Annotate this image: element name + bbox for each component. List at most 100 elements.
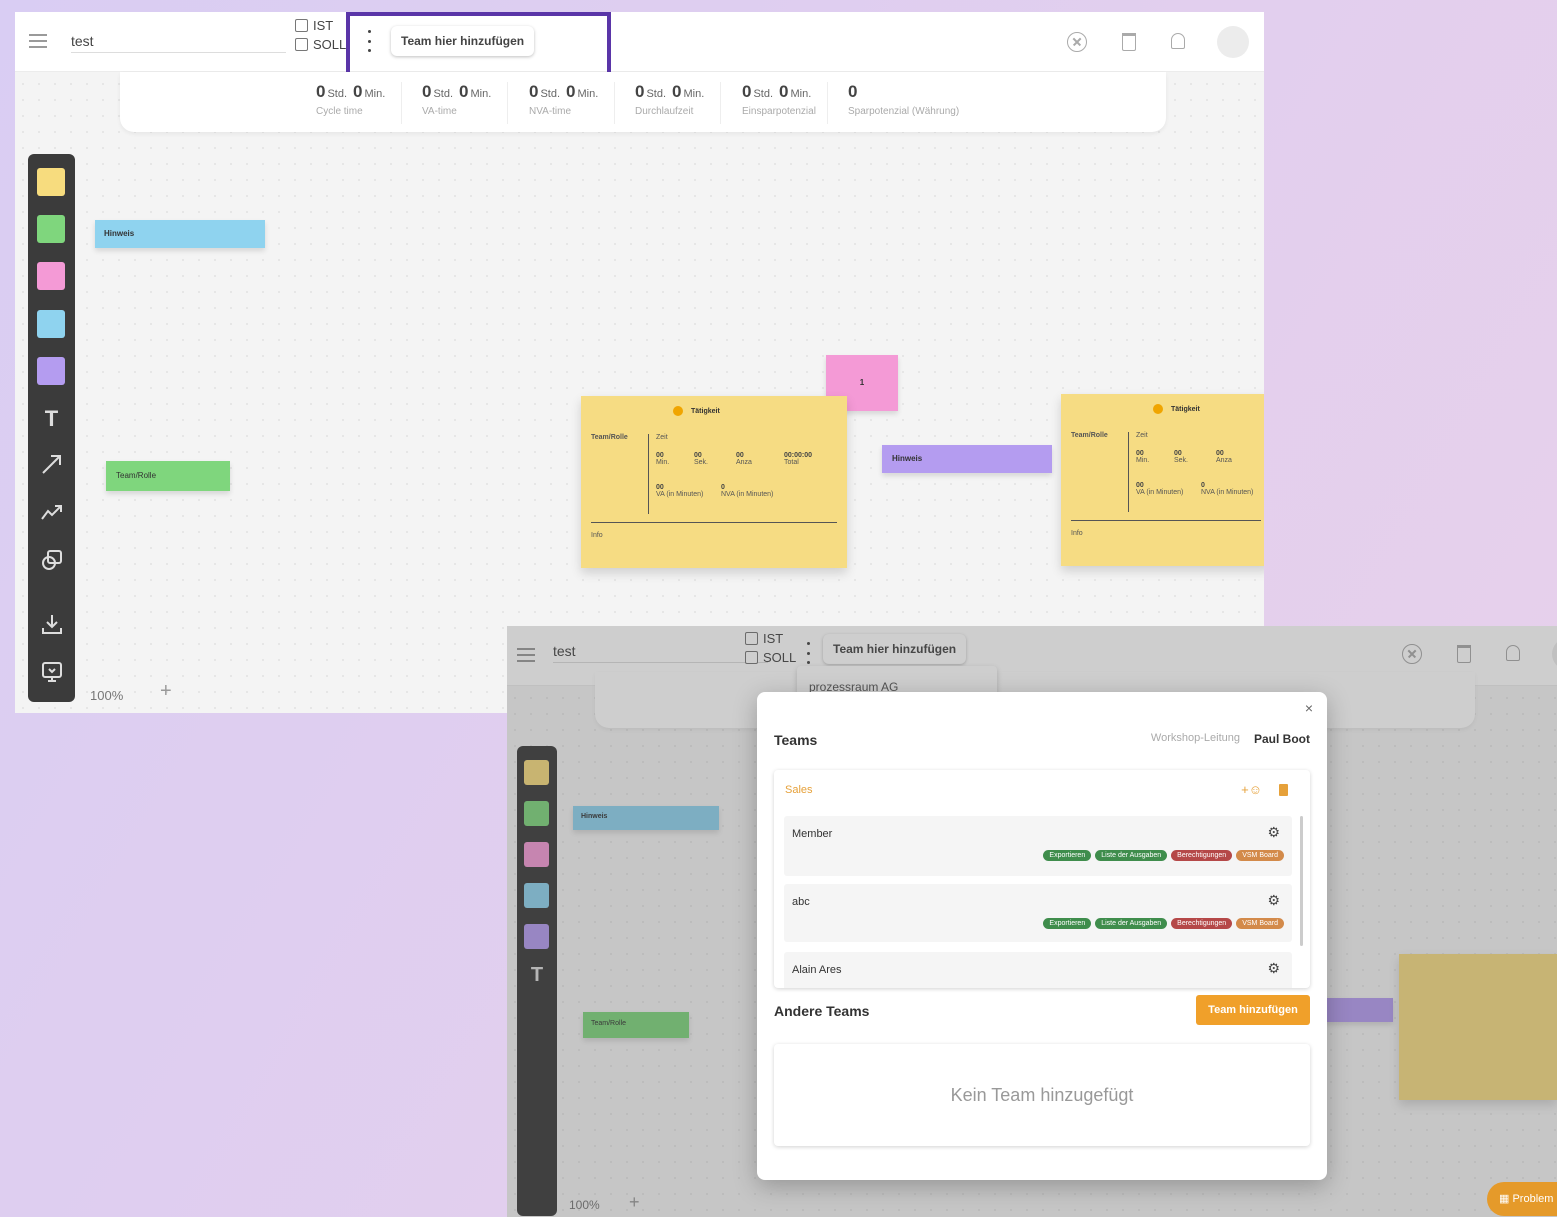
shapes-tool-icon[interactable] [40,548,64,572]
workshop-leader-label: Workshop-Leitung [1150,732,1240,744]
activity-zeit: Zeit [1136,432,1148,439]
top-actions [1067,26,1249,58]
stat-va-time: 0 Std. 0 Min. VA-time [422,82,509,124]
activity-card-header: Tätigkeit [673,406,720,416]
soll-label: SOLL [313,37,347,52]
activity-nva: 0 NVA (in Minuten) [1201,482,1254,496]
sticky-note-label: Team/Rolle [116,471,157,480]
divider [1128,432,1129,512]
sticky-note-team-rolle[interactable]: Team/Rolle [106,461,230,491]
teams-modal: × Teams Workshop-Leitung Paul Boot Sales… [757,692,1327,1180]
sticky-note-label: Hinweis [892,454,923,463]
stats-bar: 0 Std. 0 Min. Cycle time 0 Std. 0 Min. VA-time… [120,72,1166,132]
permission-tag: Liste der Ausgaben [1095,918,1168,929]
arrow-tool-icon[interactable] [40,452,64,476]
blue-sticky-swatch[interactable] [37,310,65,338]
stat-durchlaufzeit: 0 Std. 0 Min. Durchlaufzeit [635,82,722,124]
member-name: abc [792,896,810,908]
gear-icon[interactable]: ⚙ [1267,960,1280,977]
member-name: Alain Ares [792,964,842,976]
zoom-level: 100% [90,688,124,703]
bell-icon[interactable] [1171,33,1185,49]
text-tool-icon[interactable]: T [28,406,75,432]
sticky-note-label: 1 [859,378,865,387]
member-row: abc ⚙ Exportieren Liste der Ausgaben Ber… [784,884,1292,942]
permission-tag: VSM Board [1236,918,1284,929]
team-name: Sales [785,784,813,796]
permission-tag: Exportieren [1043,850,1092,861]
sticky-note-hinweis-blue[interactable]: Hinweis [95,220,265,248]
activity-va: 00 VA (in Minuten) [1136,482,1184,496]
activity-anzahl: 00 Anza [736,452,752,466]
ist-checkbox[interactable]: IST [295,16,346,35]
highlight-box [346,12,611,80]
close-circle-icon[interactable] [1067,32,1087,52]
download-icon[interactable] [40,612,64,636]
purple-sticky-swatch[interactable] [37,357,65,385]
gear-icon[interactable]: ⚙ [1267,892,1280,909]
permission-tag: VSM Board [1236,850,1284,861]
empty-teams-message: Kein Team hinzugefügt [774,1044,1310,1146]
activity-role: Team/Rolle [591,434,628,441]
add-team-button[interactable]: Team hinzufügen [1196,995,1310,1025]
zoom-in-button[interactable]: + [160,680,172,703]
yellow-sticky-swatch[interactable] [37,168,65,196]
ist-label: IST [313,18,334,33]
activity-info: Info [591,532,603,539]
board-screenshot-teams-modal: IST SOLL Team hier hinzufügen T 100% + H… [507,626,1557,1217]
permission-tag: Liste der Ausgaben [1095,850,1168,861]
warning-icon [1153,404,1163,414]
warning-icon [673,406,683,416]
avatar[interactable] [1217,26,1249,58]
divider [591,522,837,523]
sticky-note-hinweis-purple[interactable]: Hinweis [882,445,1052,473]
green-sticky-swatch[interactable] [37,215,65,243]
sticky-note-label: Hinweis [104,229,135,238]
activity-min: 00 Min. [1136,450,1150,464]
scrollbar[interactable] [1300,816,1303,946]
modal-title: Teams [774,732,818,748]
pink-sticky-swatch[interactable] [37,262,65,290]
problem-button-label: Problem [1512,1193,1554,1205]
permission-tags: Exportieren Liste der Ausgaben Berechtig… [1043,918,1284,929]
activity-anzahl: 00 Anza [1216,450,1232,464]
stat-einsparpotenzial: 0 Std. 0 Min. Einsparpotenzial [742,82,829,124]
activity-nva: 0 NVA (in Minuten) [721,484,774,498]
board-screenshot-main: IST SOLL Team hier hinzufügen 0Std.0Min.… [15,12,1264,713]
permission-tags: Exportieren Liste der Ausgaben Berechtig… [1043,850,1284,861]
activity-card[interactable]: Tätigkeit Team/Rolle Zeit 00 Min. 00 Sek. … [581,396,847,568]
close-icon[interactable]: × [1305,700,1313,716]
add-member-icon[interactable]: +☺ [1241,782,1262,797]
activity-zeit: Zeit [656,434,668,441]
board-title-input[interactable] [71,29,286,53]
activity-sek: 00 Sek. [1174,450,1189,464]
member-row: Member ⚙ Exportieren Liste der Ausgaben … [784,816,1292,876]
ist-soll-checkboxes: IST SOLL [295,16,346,54]
problem-button[interactable]: ▦ Problem [1487,1182,1557,1216]
soll-checkbox[interactable]: SOLL [295,35,346,54]
team-card-sales: Sales +☺ Member ⚙ Exportieren Liste der … [774,770,1310,988]
trash-icon[interactable] [1122,33,1136,51]
member-name: Member [792,828,833,840]
connector-tool-icon[interactable] [40,502,64,522]
gear-icon[interactable]: ⚙ [1267,824,1280,841]
activity-sek: 00 Sek. [694,452,709,466]
permission-tag: Exportieren [1043,918,1092,929]
presentation-icon[interactable] [40,660,64,684]
activity-info: Info [1071,530,1083,537]
divider [1071,520,1261,521]
activity-card[interactable]: Tätigkeit Team/Rolle Zeit 00 Min. 00 Sek. … [1061,394,1264,566]
divider [648,434,649,514]
stat-sparpotenzial: 0 Sparpotenzial (Währung) [848,82,960,117]
permission-tag: Berechtigungen [1171,918,1233,929]
top-bar: IST SOLL Team hier hinzufügen [15,12,1264,72]
permission-tag: Berechtigungen [1171,850,1233,861]
activity-va: 00 VA (in Minuten) [656,484,704,498]
left-toolbar: T [28,154,75,702]
stat-nva-time: 0 Std. 0 Min. NVA-time [529,82,616,124]
menu-icon[interactable] [29,34,47,48]
workshop-leader-name: Paul Boot [1254,732,1310,746]
member-row: Alain Ares ⚙ [784,952,1292,988]
delete-team-icon[interactable] [1279,784,1288,796]
activity-total: 00:00:00 Total [784,452,813,466]
